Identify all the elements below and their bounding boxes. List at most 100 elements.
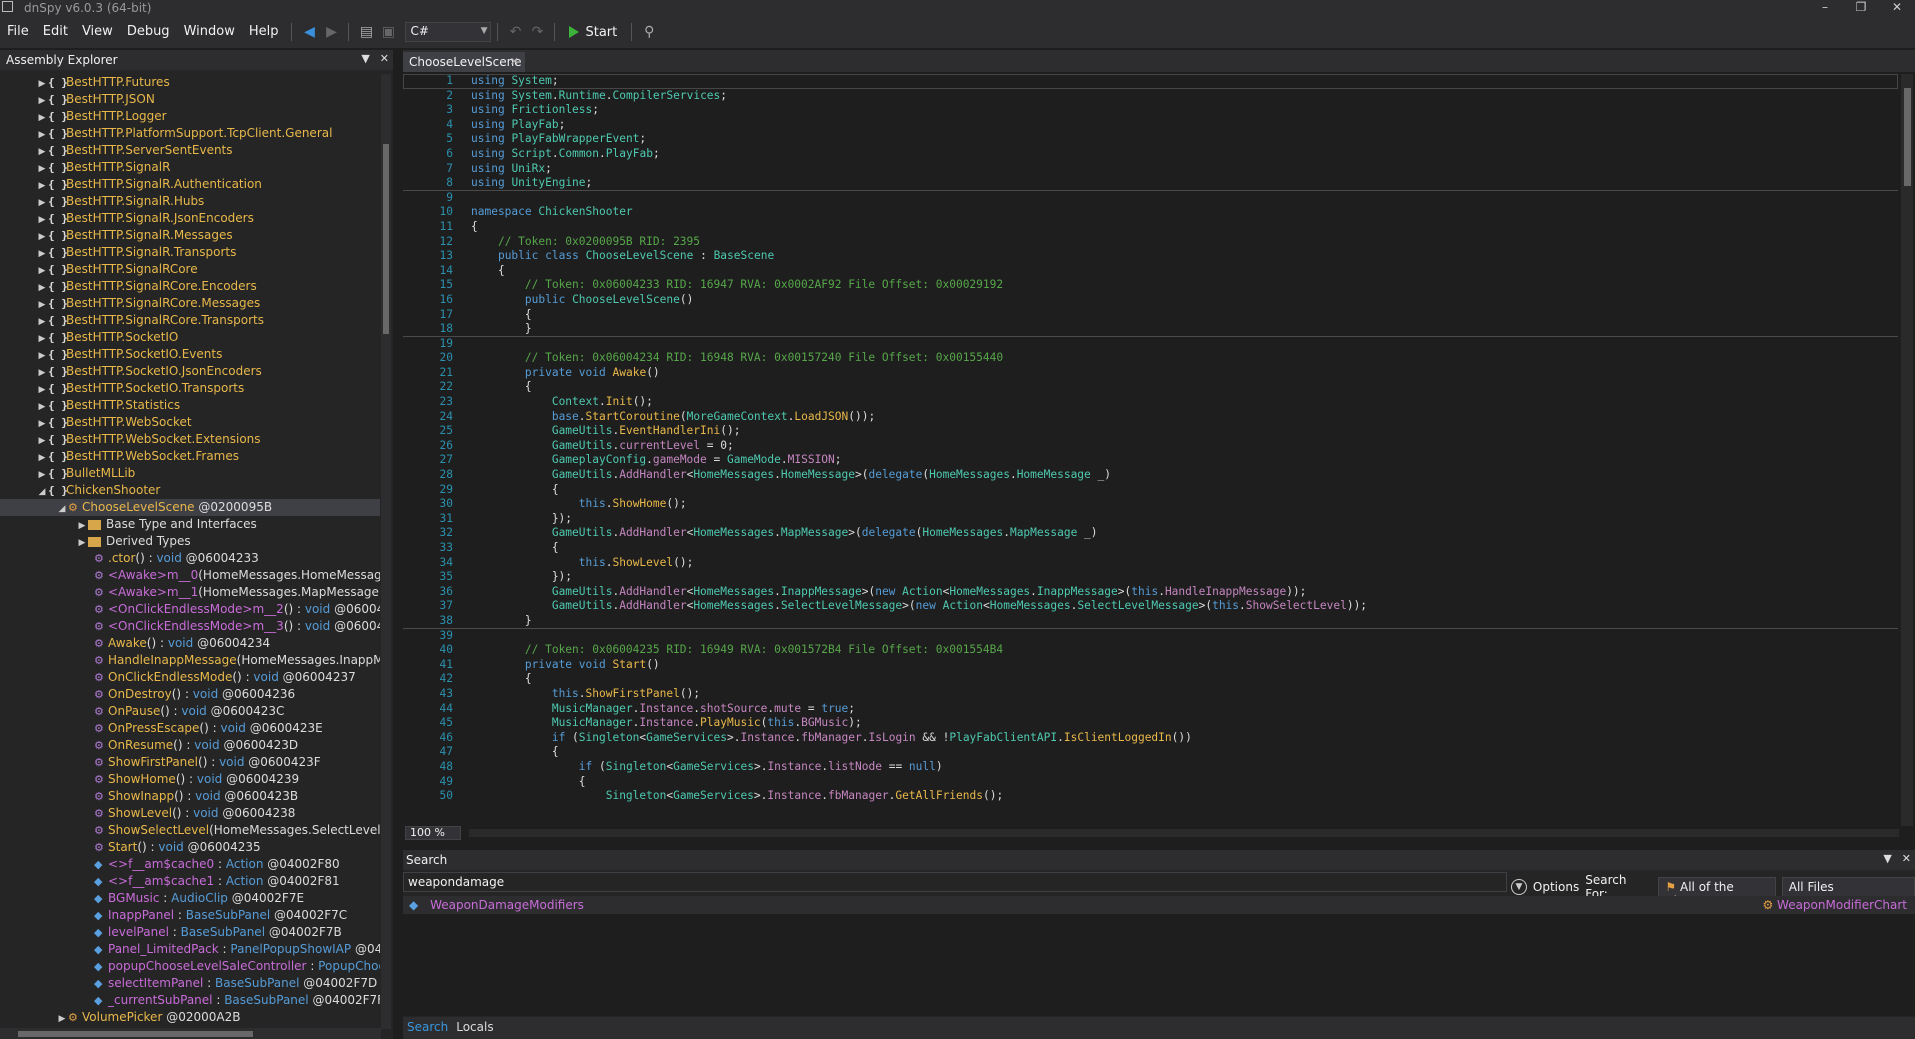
expand-icon[interactable]: ▶ [56, 1011, 68, 1028]
method-node[interactable]: ⚙<Awake>m__1(HomeMessages.MapMessage) : … [0, 584, 380, 601]
code-line[interactable]: 10 namespace ChickenShooter [403, 205, 1898, 220]
method-node[interactable]: ⚙ ShowSelectLevel(HomeMessages.SelectLeve… [0, 822, 380, 839]
code-line[interactable]: 48 if (Singleton<GameServices>.Instance.… [403, 760, 1898, 775]
code-line[interactable]: 46 if (Singleton<GameServices>.Instance.… [403, 731, 1898, 746]
field-node[interactable]: ◆ _currentSubPanel : BaseSubPanel @04002F… [0, 992, 380, 1009]
code-line[interactable]: 40 // Token: 0x06004235 RID: 16949 RVA: … [403, 643, 1898, 658]
code-line[interactable]: 36 GameUtils.AddHandler<HomeMessages.Ina… [403, 585, 1898, 600]
method-node[interactable]: ⚙ ShowInapp() : void @0600423B [0, 788, 380, 805]
method-node[interactable]: ⚙ ShowLevel() : void @06004238 [0, 805, 380, 822]
folder-node[interactable]: ▶ Derived Types [0, 533, 380, 550]
namespace-node[interactable]: ▶{ }BestHTTP.SocketIO [0, 329, 380, 346]
namespace-node[interactable]: ▶{ }BestHTTP.SignalRCore.Transports [0, 312, 380, 329]
field-node[interactable]: ◆ Panel_LimitedPack : PanelPopupShowIAP @… [0, 941, 380, 958]
namespace-node[interactable]: ▶{ }BestHTTP.SignalRCore.Encoders [0, 278, 380, 295]
search-input[interactable]: weapondamage [403, 872, 1507, 892]
code-line[interactable]: 31 }); [403, 512, 1898, 527]
editor-horizontal-scrollbar[interactable] [469, 829, 1899, 837]
save-icon[interactable]: ▣ [377, 21, 399, 43]
field-node[interactable]: ◆ BGMusic : AudioClip @04002F7E [0, 890, 380, 907]
namespace-node[interactable]: ▶{ }BestHTTP.Statistics [0, 397, 380, 414]
code-line[interactable]: 32 GameUtils.AddHandler<HomeMessages.Map… [403, 526, 1898, 541]
namespace-node[interactable]: ▶{ }BestHTTP.WebSocket.Frames [0, 448, 380, 465]
namespace-node[interactable]: ▶{ }BestHTTP.WebSocket.Extensions [0, 431, 380, 448]
method-node[interactable]: ⚙ OnResume() : void @0600423D [0, 737, 380, 754]
code-line[interactable]: 30 this.ShowHome(); [403, 497, 1898, 512]
namespace-node[interactable]: ▶{ }BulletMLLib [0, 465, 380, 482]
code-line[interactable]: 37 GameUtils.AddHandler<HomeMessages.Sel… [403, 599, 1898, 614]
namespace-node[interactable]: ▶{ }BestHTTP.SocketIO.Transports [0, 380, 380, 397]
code-editor[interactable]: 1 using System; 2 using System.Runtime.Comp… [403, 72, 1915, 826]
code-line[interactable]: 7 using UniRx; [403, 162, 1898, 177]
minimize-button[interactable]: – [1807, 0, 1843, 16]
code-line[interactable]: 2 using System.Runtime.CompilerServices; [403, 89, 1898, 104]
code-area[interactable]: 1 using System; 2 using System.Runtime.Comp… [403, 74, 1898, 824]
method-node[interactable]: ⚙<Awake>m__0(HomeMessages.HomeMessage) : [0, 567, 380, 584]
code-line[interactable]: 27 GameplayConfig.gameMode = GameMode.MI… [403, 453, 1898, 468]
folder-node[interactable]: ▶ Base Type and Interfaces [0, 516, 380, 533]
start-button[interactable]: Start [561, 25, 625, 40]
code-line[interactable]: 33 { [403, 541, 1898, 556]
panel-menu-icon[interactable]: ▼ [361, 52, 369, 65]
field-node[interactable]: ◆ selectItemPanel : BaseSubPanel @04002F7… [0, 975, 380, 992]
class-node[interactable]: ▶ ⚙ VolumePicker @02000A2B [0, 1009, 380, 1026]
field-node[interactable]: ◆ levelPanel : BaseSubPanel @04002F7B [0, 924, 380, 941]
method-node[interactable]: ⚙ OnClickEndlessMode() : void @06004237 [0, 669, 380, 686]
field-node[interactable]: ◆ <>f__am$cache0 : Action @04002F80 [0, 856, 380, 873]
options-label[interactable]: Options [1533, 880, 1579, 894]
namespace-node[interactable]: ▶{ }BestHTTP.SignalRCore.Messages [0, 295, 380, 312]
menu-help[interactable]: Help [242, 16, 286, 48]
namespace-node[interactable]: ▶{ }BestHTTP.SocketIO.JsonEncoders [0, 363, 380, 380]
close-button[interactable]: ✕ [1879, 0, 1915, 16]
language-select[interactable]: C# ▼ [405, 22, 492, 42]
code-line[interactable]: 50 Singleton<GameServices>.Instance.fbMa… [403, 789, 1898, 804]
code-line[interactable]: 38 } [403, 614, 1898, 629]
search-icon[interactable]: ⚲ [638, 21, 660, 43]
code-line[interactable]: 18 } [403, 322, 1898, 337]
search-result-row[interactable]: ◆ WeaponDamageModifiers ⚙ WeaponModifier… [403, 896, 1915, 914]
code-line[interactable]: 22 { [403, 380, 1898, 395]
namespace-node[interactable]: ▶{ }BestHTTP.SignalRCore [0, 261, 380, 278]
code-line[interactable]: 44 MusicManager.Instance.shotSource.mute… [403, 702, 1898, 717]
code-line[interactable]: 1 using System; [403, 74, 1898, 89]
code-line[interactable]: 9 [403, 191, 1898, 206]
namespace-node[interactable]: ▶{ }BestHTTP.SocketIO.Events [0, 346, 380, 363]
method-node[interactable]: ⚙ OnDestroy() : void @06004236 [0, 686, 380, 703]
field-node[interactable]: ◆ <>f__am$cache1 : Action @04002F81 [0, 873, 380, 890]
scrollbar-thumb[interactable] [18, 1031, 253, 1037]
restore-button[interactable]: ❐ [1843, 0, 1879, 16]
code-line[interactable]: 47 { [403, 745, 1898, 760]
namespace-node[interactable]: ▶{ }BestHTTP.SignalR.Messages [0, 227, 380, 244]
namespace-node[interactable]: ▶{ }BestHTTP.JSON [0, 91, 380, 108]
namespace-node[interactable]: ▶{ }BestHTTP.SignalR [0, 159, 380, 176]
editor-vertical-scrollbar[interactable] [1901, 74, 1913, 826]
method-node[interactable]: ⚙ OnPause() : void @0600423C [0, 703, 380, 720]
menu-edit[interactable]: Edit [36, 16, 75, 48]
namespace-node[interactable]: ▶{ }BestHTTP.Logger [0, 108, 380, 125]
forward-icon[interactable]: ▶ [320, 21, 342, 43]
panel-menu-icon[interactable]: ▼ [1883, 852, 1891, 865]
code-line[interactable]: 17 { [403, 308, 1898, 323]
explorer-vertical-scrollbar[interactable] [381, 74, 391, 1029]
code-line[interactable]: 19 [403, 337, 1898, 352]
open-folder-icon[interactable]: ▤ [355, 21, 377, 43]
method-node[interactable]: ⚙ ShowHome() : void @06004239 [0, 771, 380, 788]
namespace-node[interactable]: ▶{ }BestHTTP.SignalR.Hubs [0, 193, 380, 210]
code-line[interactable]: 21 private void Awake() [403, 366, 1898, 381]
namespace-node[interactable]: ▶{ }BestHTTP.Futures [0, 74, 380, 91]
namespace-node[interactable]: ▶{ }BestHTTP.SignalR.JsonEncoders [0, 210, 380, 227]
scrollbar-thumb[interactable] [383, 144, 389, 334]
code-line[interactable]: 24 base.StartCoroutine(MoreGameContext.L… [403, 410, 1898, 425]
scrollbar-thumb[interactable] [1904, 88, 1911, 186]
tab-locals[interactable]: Locals [452, 1017, 497, 1039]
field-node[interactable]: ◆ popupChooseLevelSaleController : PopupC… [0, 958, 380, 975]
search-results[interactable]: ◆ WeaponDamageModifiers ⚙ WeaponModifier… [403, 896, 1915, 1016]
tab-search[interactable]: Search [403, 1017, 452, 1039]
code-line[interactable]: 23 Context.Init(); [403, 395, 1898, 410]
undo-icon[interactable]: ↶ [504, 21, 526, 43]
namespace-node[interactable]: ▶{ }BestHTTP.SignalR.Authentication [0, 176, 380, 193]
menu-view[interactable]: View [75, 16, 120, 48]
code-line[interactable]: 16 public ChooseLevelScene() [403, 293, 1898, 308]
explorer-horizontal-scrollbar[interactable] [0, 1028, 381, 1039]
namespace-node[interactable]: ◢{ }ChickenShooter [0, 482, 380, 499]
